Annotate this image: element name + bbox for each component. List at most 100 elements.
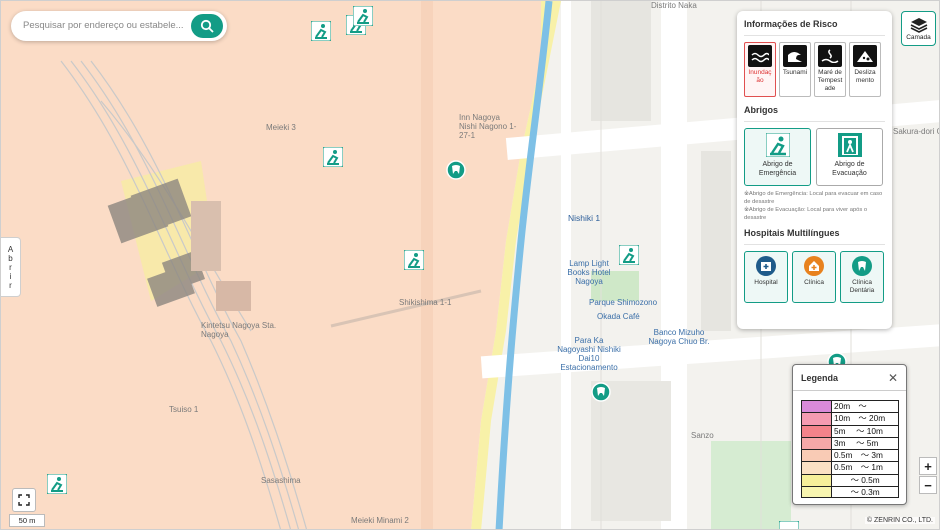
legend-table: 20m ～ 10m ～ 20m 5m ～ 10m 3m ～ 5m 0.5m ～ 3m 0.… <box>801 400 899 499</box>
fullscreen-button[interactable] <box>12 488 36 512</box>
open-sidebar-tab[interactable]: A b r i r <box>1 237 21 297</box>
emergency-shelter-pin[interactable] <box>353 6 373 26</box>
emergency-shelter-icon <box>765 133 790 157</box>
dental-icon <box>852 256 872 276</box>
close-icon[interactable]: ✕ <box>888 371 898 385</box>
legend-swatch <box>801 449 831 462</box>
legend-title: Legenda <box>801 372 839 383</box>
layers-icon <box>910 17 927 33</box>
map-app: Distrito Naka Nishiki 1 Lamp Light Books… <box>0 0 940 530</box>
emergency-shelter-button[interactable]: Abrigo de Emergência <box>744 128 811 186</box>
risk-label: Maré de Tempest ade <box>817 69 843 92</box>
risk-storm-surge-button[interactable]: Maré de Tempest ade <box>814 42 846 97</box>
legend-swatch <box>801 473 831 487</box>
dental-clinic-label: Clínica Dentária <box>849 279 875 294</box>
shelter-note: ※Abrigo de Evacuação: Local para viver a… <box>744 207 868 221</box>
evacuation-shelter-button[interactable]: Abrigo de Evacuação <box>816 128 883 186</box>
legend-swatch <box>801 400 831 413</box>
scale-bar: 50 m <box>9 514 45 527</box>
risk-flood-button[interactable]: Inundaç ão <box>744 42 776 97</box>
label-banco: Banco Mizuho Nagoya Chuo Br. <box>648 328 710 346</box>
risk-landslide-button[interactable]: Desliza mento <box>849 42 881 97</box>
label-nishiki1: Nishiki 1 <box>568 213 601 223</box>
legend-label: 5m ～ 10m <box>831 424 899 437</box>
legend-label: 20m ～ <box>831 400 899 413</box>
landslide-icon <box>853 45 877 67</box>
side-tab-char: i <box>9 271 12 281</box>
copyright: © ZENRIN CO., LTD. <box>864 517 935 524</box>
emergency-shelter-pin[interactable] <box>311 21 331 41</box>
legend-row: 10m ～ 20m <box>801 412 899 425</box>
legend-label: ～ 0.5m <box>831 473 899 487</box>
side-tab-char: b <box>8 253 13 263</box>
dental-clinic-button[interactable]: Clínica Dentária <box>840 251 884 303</box>
risk-label: Desliza mento <box>854 69 876 84</box>
label-minami: Meieki Minami 2 <box>351 516 409 525</box>
emergency-shelter-pin[interactable] <box>779 521 799 529</box>
legend-row: ～ 0.5m <box>801 473 899 487</box>
legend-swatch <box>801 486 831 499</box>
shelter-note: ※Abrigo de Emergência: Local para evacua… <box>744 191 883 205</box>
legend-row: 5m ～ 10m <box>801 424 899 437</box>
risk-tsunami-button[interactable]: Tsunami <box>779 42 811 97</box>
clinic-label: Clínica <box>804 279 824 286</box>
dental-clinic-pin[interactable] <box>446 160 466 180</box>
emergency-shelter-pin[interactable] <box>323 147 343 167</box>
emergency-shelter-pin[interactable] <box>47 474 67 494</box>
side-tab-char: r <box>9 280 12 290</box>
shelter-label: Abrigo de Evacuação <box>832 161 867 177</box>
search-button[interactable] <box>191 14 223 38</box>
legend-label: 0.5m ～ 1m <box>831 461 899 474</box>
label-chome: Shikishima 1-1 <box>399 298 452 307</box>
hospital-icon <box>756 256 776 276</box>
search-input[interactable]: Pesquisar por endereço ou estabele... <box>23 20 184 31</box>
dental-clinic-pin[interactable] <box>591 382 611 402</box>
clinic-icon <box>804 256 824 276</box>
evacuation-shelter-icon <box>837 133 862 157</box>
clinic-button[interactable]: Clínica <box>792 251 836 303</box>
emergency-shelter-pin[interactable] <box>404 250 424 270</box>
label-sasashima: Sasashima <box>261 476 301 485</box>
label-lamp-light: Lamp Light Books Hotel Nagoya <box>567 259 611 286</box>
label-meieki3: Meieki 3 <box>266 123 296 132</box>
zoom-in-button[interactable]: + <box>919 457 937 475</box>
legend-row: 20m ～ <box>801 400 899 413</box>
side-tab-char: r <box>9 262 12 272</box>
risk-section-title: Informações de Risco <box>744 19 838 29</box>
label-distrito: Distrito Naka <box>651 1 697 10</box>
search-icon <box>200 19 214 33</box>
layer-button[interactable]: Camada <box>901 11 936 46</box>
label-okada: Okada Café <box>597 312 640 321</box>
search-bar: Pesquisar por endereço ou estabele... <box>11 11 227 41</box>
hospital-label: Hospital <box>754 279 778 286</box>
zoom-out-button[interactable]: − <box>919 476 937 494</box>
legend-row: 0.5m ～ 3m <box>801 449 899 462</box>
legend-swatch <box>801 461 831 474</box>
legend-label: 0.5m ～ 3m <box>831 449 899 462</box>
side-tab-char: A <box>7 244 14 254</box>
legend-row: 0.5m ～ 1m <box>801 461 899 474</box>
legend-swatch <box>801 424 831 437</box>
label-sakura: Sakura-dori Gofuku <box>893 127 939 136</box>
info-panel: Informações de Risco Inundaç ão Tsunami … <box>737 11 892 329</box>
shelter-label: Abrigo de Emergência <box>758 161 797 177</box>
label-kintetsu: Kintetsu Nagoya Sta. Nagoya <box>201 321 277 339</box>
hospital-section-title: Hospitais Multilíngues <box>744 228 840 238</box>
legend-panel: Legenda ✕ 20m ～ 10m ～ 20m 5m ～ 10m 3m ～ 5m 0… <box>792 364 907 505</box>
legend-row: ～ 0.3m <box>801 486 899 499</box>
flood-icon <box>748 45 772 67</box>
legend-swatch <box>801 412 831 425</box>
legend-label: 3m ～ 5m <box>831 436 899 450</box>
emergency-shelter-pin[interactable] <box>619 245 639 265</box>
layer-button-label: Camada <box>906 33 931 41</box>
legend-swatch <box>801 436 831 450</box>
fullscreen-icon <box>18 494 30 506</box>
tsunami-icon <box>783 45 807 67</box>
legend-label: ～ 0.3m <box>831 486 899 499</box>
hospital-button[interactable]: Hospital <box>744 251 788 303</box>
legend-row: 3m ～ 5m <box>801 436 899 450</box>
label-tsuiso: Tsuiso 1 <box>169 405 199 414</box>
label-para: Para Ka Nagoyashi Nishiki Dai10 Estacion… <box>557 336 621 372</box>
shelter-section-title: Abrigos <box>744 105 779 115</box>
storm-surge-icon <box>818 45 842 67</box>
